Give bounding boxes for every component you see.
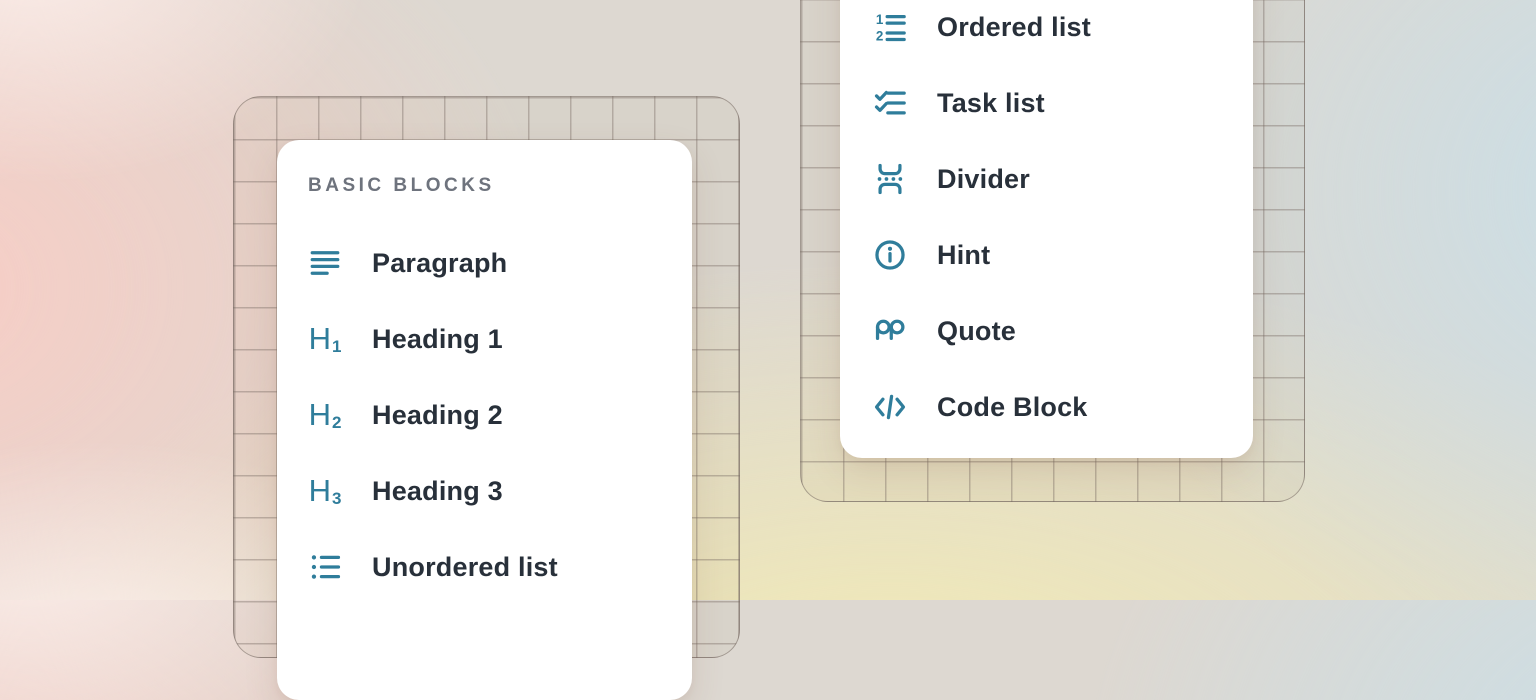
heading-1-icon: H1 [308, 322, 342, 356]
task-list-icon [873, 86, 907, 120]
menu-item-label: Heading 3 [372, 478, 503, 505]
heading-3-icon: H3 [308, 474, 342, 508]
menu-item-heading-2[interactable]: H2 Heading 2 [308, 377, 692, 453]
menu-item-hint[interactable]: Hint [873, 217, 1253, 293]
menu-item-quote[interactable]: Quote [873, 293, 1253, 369]
quote-icon [873, 314, 907, 348]
menu-item-unordered-list[interactable]: Unordered list [308, 529, 692, 605]
menu-item-divider[interactable]: Divider [873, 141, 1253, 217]
svg-text:2: 2 [876, 28, 883, 43]
menu-item-label: Divider [937, 166, 1030, 193]
menu-item-ordered-list[interactable]: 1 2 Ordered list [873, 0, 1253, 65]
more-blocks-menu-card: 1 2 Ordered list Task list [840, 0, 1253, 458]
menu-item-label: Code Block [937, 394, 1088, 421]
paragraph-icon [308, 246, 342, 280]
menu-item-label: Heading 1 [372, 326, 503, 353]
menu-item-label: Unordered list [372, 554, 558, 581]
background: { "palette": { "icon_teal": "#2f7d9b", "… [0, 0, 1536, 600]
unordered-list-icon [308, 550, 342, 584]
menu-item-heading-1[interactable]: H1 Heading 1 [308, 301, 692, 377]
section-title: BASIC BLOCKS [308, 174, 692, 198]
ordered-list-icon: 1 2 [873, 10, 907, 44]
menu-item-label: Task list [937, 90, 1045, 117]
menu-item-paragraph[interactable]: Paragraph [308, 225, 692, 301]
menu-item-label: Quote [937, 318, 1016, 345]
menu-item-code-block[interactable]: Code Block [873, 369, 1253, 445]
basic-blocks-menu: Paragraph H1 Heading 1 H2 Heading 2 H3 H… [308, 225, 692, 605]
code-block-icon [873, 390, 907, 424]
more-blocks-menu: 1 2 Ordered list Task list [873, 0, 1253, 445]
divider-icon [873, 162, 907, 196]
heading-2-icon: H2 [308, 398, 342, 432]
hint-icon [873, 238, 907, 272]
menu-item-label: Ordered list [937, 14, 1091, 41]
menu-item-task-list[interactable]: Task list [873, 65, 1253, 141]
menu-item-label: Paragraph [372, 250, 507, 277]
basic-blocks-menu-card: BASIC BLOCKS Paragraph H1 Heading 1 H2 H… [277, 140, 692, 700]
menu-item-label: Heading 2 [372, 402, 503, 429]
svg-text:1: 1 [876, 12, 884, 27]
menu-item-heading-3[interactable]: H3 Heading 3 [308, 453, 692, 529]
menu-item-label: Hint [937, 242, 990, 269]
